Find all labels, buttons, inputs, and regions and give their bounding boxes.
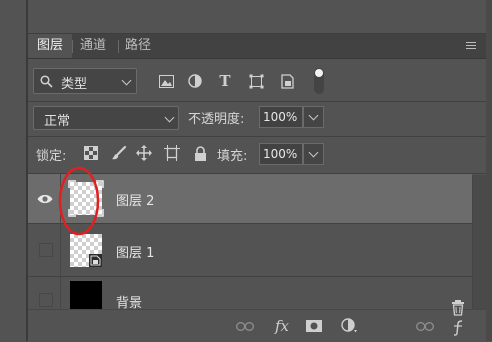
fx-icon[interactable]: fx [271,318,293,334]
visibility-cell [28,224,61,276]
chevron-down-icon [122,76,132,86]
fill-slider-button[interactable] [303,143,324,165]
lock-label: 锁定: [36,145,66,164]
visibility-cell [28,277,61,309]
link-icon[interactable] [415,318,435,334]
separator [28,136,486,137]
adjustment-layer-icon[interactable] [339,318,359,334]
filter-toggle-icon[interactable] [314,68,324,94]
add-mask-icon[interactable] [305,318,323,334]
lock-all-icon[interactable] [191,144,209,162]
layer-name: 图层 1 [116,242,154,261]
filter-kind-dropdown[interactable]: 类型 [33,68,137,94]
chevron-down-icon [165,113,175,123]
annotation-circle [58,166,100,238]
separator [28,101,486,102]
layers-scrollbar[interactable] [472,175,487,310]
tab-channels[interactable]: 通道 [80,34,112,58]
blend-mode-dropdown[interactable]: 正常 [33,106,179,130]
panel-menu-icon[interactable] [466,42,476,51]
type-filter-icon[interactable]: T [216,72,234,90]
chevron-down-icon [309,148,319,158]
lock-paint-icon[interactable] [110,144,128,162]
shape-filter-icon[interactable] [247,72,265,90]
layer-name: 图层 2 [116,190,154,209]
tab-divider [118,40,119,53]
lock-artboard-icon[interactable] [163,144,181,162]
layer-row-background[interactable]: 背景 [28,277,472,309]
smart-object-filter-icon[interactable] [278,72,296,90]
lock-transparent-icon[interactable] [82,144,100,162]
link-layers-icon[interactable] [235,318,255,334]
panel-tabbar: 图层 通道 路径 [28,34,486,59]
layer-name: 背景 [116,292,142,309]
chevron-down-icon [309,111,319,121]
layer-thumbnail [70,281,102,309]
visibility-cell [28,174,61,223]
visibility-toggle[interactable] [39,293,53,307]
fill-label: 填充: [217,145,247,164]
blend-mode-value: 正常 [44,110,70,129]
image-filter-icon[interactable] [157,72,175,90]
search-icon [40,75,53,88]
tab-layers[interactable]: 图层 [28,34,72,58]
opacity-input[interactable]: 100% [259,106,303,128]
opacity-label: 不透明度: [188,108,244,127]
filter-kind-label: 类型 [61,73,87,92]
tab-divider [72,40,73,53]
adjustment-filter-icon[interactable] [186,72,204,90]
visibility-toggle[interactable] [39,243,53,257]
trash-icon[interactable] [450,299,466,337]
fill-input[interactable]: 100% [259,143,303,165]
smart-object-badge-icon [89,254,102,267]
opacity-slider-button[interactable] [303,106,324,128]
lock-position-icon[interactable] [135,144,153,162]
eye-icon[interactable] [37,194,53,204]
tab-paths[interactable]: 路径 [125,34,157,58]
